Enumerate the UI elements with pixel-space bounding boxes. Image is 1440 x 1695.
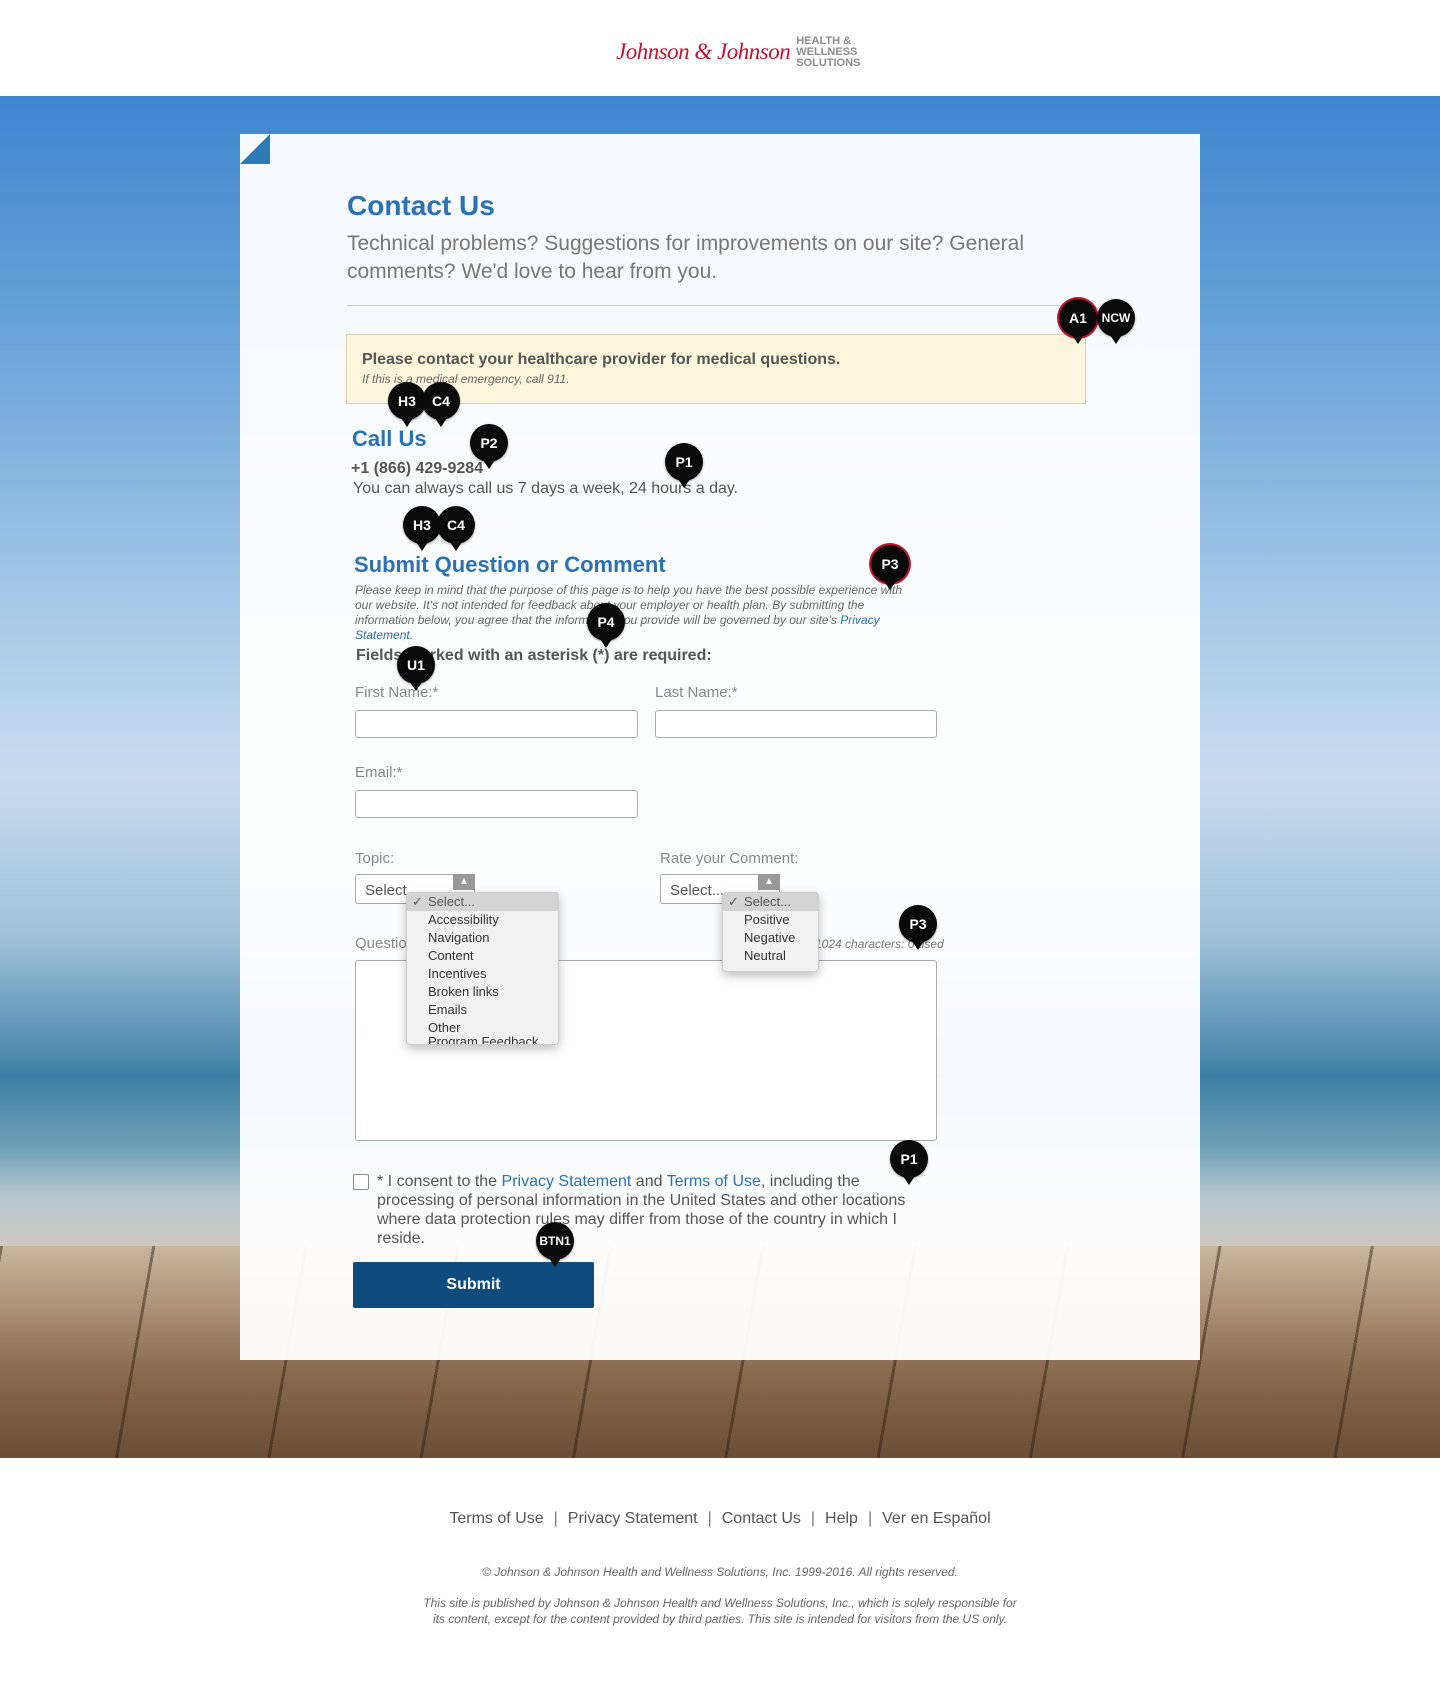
footer-terms-link[interactable]: Terms of Use [449,1510,543,1527]
footer-links: Terms of Use | Privacy Statement | Contact U… [449,1510,991,1527]
topic-option[interactable]: Content [407,947,558,965]
annotation-pin[interactable]: P2 [470,424,508,469]
rate-label: Rate your Comment: [660,850,799,867]
submit-button[interactable]: Submit [353,1262,594,1308]
page-title: Contact Us [347,190,495,221]
rate-option[interactable]: Positive [723,911,818,929]
consent-terms-link[interactable]: Terms of Use [667,1173,761,1190]
rate-option[interactable]: ✓ Select... [723,893,818,911]
annotation-pin[interactable]: C4 [437,506,475,551]
topic-option[interactable]: Broken links [407,983,558,1001]
phone-number[interactable]: +1 (866) 429-9284 [351,460,483,478]
annotation-pin[interactable]: P3 [899,905,937,950]
annotation-pin[interactable]: H3 [388,382,426,427]
form-disclaimer: Please keep in mind that the purpose of … [355,583,903,642]
topic-label: Topic: [355,850,395,867]
annotation-pin[interactable]: P1 [665,443,703,488]
annotation-pin[interactable]: BTN1 [536,1222,574,1267]
last-name-label: Last Name:* [655,684,738,701]
publisher-statement: This site is published by Johnson & John… [423,1596,1017,1626]
footer-contact-link[interactable]: Contact Us [722,1510,801,1527]
call-us-heading: Call Us [352,426,427,451]
topic-option[interactable]: Incentives [407,965,558,983]
first-name-input[interactable] [355,710,638,738]
annotation-pin[interactable]: U1 [397,646,435,691]
submit-section-heading: Submit Question or Comment [354,552,666,577]
site-header: Johnson & Johnson HEALTH & WELLNESS SOLU… [0,0,1440,97]
topic-option[interactable]: Accessibility [407,911,558,929]
annotation-pin[interactable]: P1 [890,1140,928,1185]
last-name-input[interactable] [655,710,937,738]
copyright: © Johnson & Johnson Health and Wellness … [482,1565,958,1579]
logo-subtitle: HEALTH & WELLNESS SOLUTIONS [796,34,861,69]
notice-heading: Please contact your healthcare provider … [362,351,841,368]
rate-options-list[interactable]: ✓ Select... Positive Negative Neutral [722,892,819,972]
consent-privacy-link[interactable]: Privacy Statement [502,1173,632,1190]
email-input[interactable] [355,790,638,818]
notice-emergency-text: If this is a medical emergency, call 911… [362,372,570,386]
consent-text: * I consent to the Privacy Statement and… [377,1173,906,1247]
consent-checkbox[interactable] [353,1174,369,1190]
footer-privacy-link[interactable]: Privacy Statement [568,1510,698,1527]
check-icon: ✓ [728,894,739,909]
topic-option[interactable]: Navigation [407,929,558,947]
topic-option[interactable]: ✓ Select... [407,893,558,911]
rate-option[interactable]: Negative [723,929,818,947]
footer-spanish-link[interactable]: Ver en Español [882,1510,991,1527]
chevron-up-icon[interactable]: ▲ [453,874,475,890]
annotation-pin[interactable]: C4 [422,382,460,427]
annotation-pin[interactable]: A1 [1059,299,1097,344]
divider [347,305,1087,306]
annotation-pin[interactable]: NCW [1097,299,1135,344]
rate-option[interactable]: Neutral [723,947,818,965]
corner-fold-icon [240,134,270,164]
check-icon: ✓ [412,894,423,909]
annotation-pin[interactable]: P4 [587,603,625,648]
footer-help-link[interactable]: Help [825,1510,858,1527]
topic-option[interactable]: Program Feedback [407,1035,558,1044]
chevron-up-icon[interactable]: ▲ [758,874,780,890]
annotation-pin[interactable]: P3 [871,545,909,590]
first-name-label: First Name:* [355,684,439,701]
jnj-logo[interactable]: Johnson & Johnson HEALTH & WELLNESS SOLU… [616,32,860,72]
topic-options-list[interactable]: ✓ Select... Accessibility Navigation Cont… [406,892,559,1045]
page-intro: Technical problems? Suggestions for impr… [347,232,1025,283]
logo-wordmark: Johnson & Johnson [616,39,791,64]
email-label: Email:* [355,764,403,781]
annotation-pin[interactable]: H3 [403,506,441,551]
topic-option[interactable]: Emails [407,1001,558,1019]
